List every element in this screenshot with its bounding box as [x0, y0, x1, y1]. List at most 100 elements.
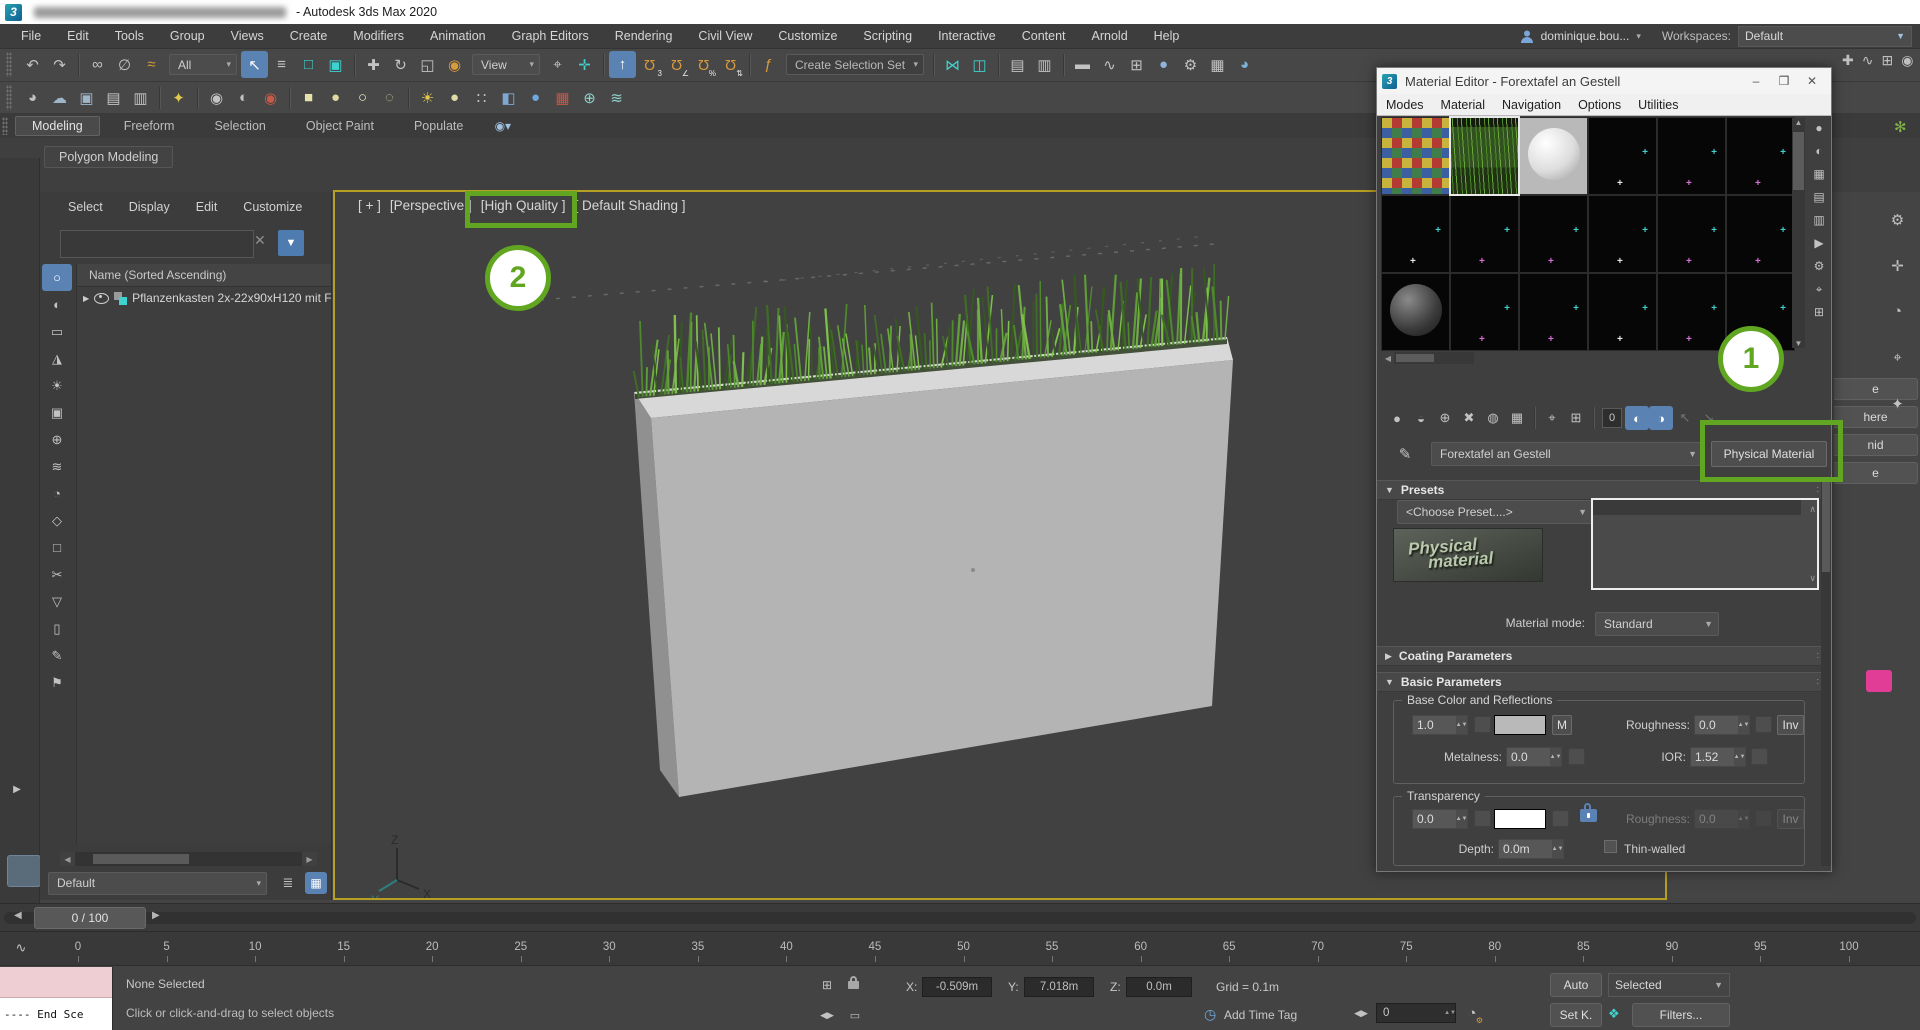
motion-tab-icon[interactable]: ◉	[1901, 52, 1913, 69]
containers-filter-icon[interactable]: □	[42, 534, 72, 561]
command-motion-icon[interactable]: ◔	[1884, 298, 1911, 325]
scroll-down-icon[interactable]: ∨	[1809, 573, 1816, 584]
go-to-parent-icon[interactable]: ↖	[1673, 406, 1697, 430]
percent-snap-icon[interactable]: Ω%	[690, 51, 717, 78]
bones-filter-icon[interactable]: ◇	[42, 507, 72, 534]
menu-scripting[interactable]: Scripting	[850, 25, 925, 47]
transparency-color-map-button[interactable]	[1552, 810, 1569, 827]
put-to-library-icon[interactable]: ◒	[1409, 406, 1433, 430]
snap-mode-icon[interactable]: Ω3	[636, 51, 663, 78]
reference-coordinate-dropdown[interactable]: View▾	[472, 54, 540, 75]
menu-modifiers[interactable]: Modifiers	[340, 25, 417, 47]
explorer-menu-select[interactable]: Select	[68, 200, 103, 214]
select-object-icon[interactable]: ↖	[241, 51, 268, 78]
transparency-color-swatch[interactable]	[1494, 809, 1546, 829]
workspace-dropdown[interactable]: Default ▼	[1738, 26, 1912, 47]
geometry-filter-icon[interactable]: ▭	[42, 318, 72, 345]
scrollbar-thumb[interactable]	[1793, 132, 1804, 190]
material-sample-slot[interactable]: ++	[1451, 274, 1518, 350]
make-preview-icon[interactable]: ▶	[1809, 233, 1829, 253]
material-sample-slot[interactable]: ++	[1520, 274, 1587, 350]
maxscript-editor-icon[interactable]: ƒ	[755, 51, 782, 78]
render-production-icon[interactable]: ◕	[1231, 51, 1258, 78]
explorer-grid-mode-icon[interactable]: ▦	[305, 872, 327, 894]
select-by-name-icon[interactable]: ≡	[268, 51, 295, 78]
explorer-menu-display[interactable]: Display	[129, 200, 170, 214]
viewport-pov-label[interactable]: [Perspective ]	[390, 198, 472, 213]
choose-preset-dropdown[interactable]: <Choose Preset....> ▼	[1397, 500, 1593, 524]
z-coordinate-field[interactable]: 0.0m	[1126, 977, 1192, 997]
time-slider-track[interactable]	[4, 912, 1916, 924]
material-sample-slot[interactable]	[1451, 118, 1518, 194]
hierarchy-tab-icon[interactable]: ⊞	[1881, 52, 1893, 69]
toolbar-grip[interactable]	[6, 52, 12, 78]
pick-material-from-object-icon[interactable]: ⌖	[1540, 406, 1564, 430]
material-sample-slot[interactable]: ++	[1451, 196, 1518, 272]
color-swatch[interactable]	[1866, 670, 1892, 692]
menu-help[interactable]: Help	[1141, 25, 1193, 47]
scrollbar-thumb[interactable]	[1396, 354, 1434, 362]
command-panel-truncated-button[interactable]: e	[1834, 462, 1918, 484]
material-sample-slot[interactable]: ++	[1589, 196, 1656, 272]
selection-lock-icon[interactable]	[848, 981, 859, 989]
scroll-up-icon[interactable]: ∧	[1809, 504, 1816, 515]
reset-map-icon[interactable]: ✖	[1457, 406, 1481, 430]
lights-filter-icon[interactable]: ☀	[42, 372, 72, 399]
explorer-list-mode-icon[interactable]: ≣	[277, 872, 299, 894]
put-to-scene-icon[interactable]: ▦	[1505, 406, 1529, 430]
materials-filter-icon[interactable]: ▯	[42, 615, 72, 642]
roughness-invert-button[interactable]: Inv	[1777, 715, 1804, 735]
sphere-tool-icon[interactable]: ●	[441, 84, 468, 111]
mirror-icon[interactable]: ⋈	[939, 51, 966, 78]
command-utilities-icon[interactable]: ⚙	[1884, 206, 1911, 233]
transparency-spinner[interactable]: 0.0 ▲▼	[1412, 809, 1468, 829]
viewport-shading-label[interactable]: [ Default Shading ]	[574, 198, 685, 213]
explorer-menu-customize[interactable]: Customize	[243, 200, 302, 214]
metalness-spinner[interactable]: 0.0 ▲▼	[1506, 747, 1562, 767]
me-menu-utilities[interactable]: Utilities	[1638, 98, 1678, 112]
expand-row-icon[interactable]: ▶	[83, 294, 89, 303]
align-icon[interactable]: ◫	[966, 51, 993, 78]
mini-curve-editor-icon[interactable]: ∿	[8, 937, 34, 959]
material-options-icon[interactable]: ⚙	[1809, 256, 1829, 276]
material-name-dropdown[interactable]: Forextafel an Gestell ▼	[1431, 442, 1703, 466]
environment-icon[interactable]: ◐	[230, 84, 257, 111]
material-sample-slot[interactable]: ++	[1727, 118, 1794, 194]
me-menu-options[interactable]: Options	[1578, 98, 1621, 112]
material-sample-slot[interactable]: ++	[1658, 196, 1725, 272]
backlight-icon[interactable]: ◐	[1809, 141, 1829, 161]
snaps-toggle-icon[interactable]: ↑	[609, 51, 636, 78]
modify-tab-icon[interactable]: ∿	[1862, 52, 1874, 69]
me-maximize-button[interactable]: ❒	[1769, 68, 1799, 94]
spinner-arrows-icon[interactable]: ▲▼	[1552, 840, 1563, 858]
state-sets-icon[interactable]: ▤	[100, 84, 127, 111]
me-menu-material[interactable]: Material	[1441, 98, 1485, 112]
menu-group[interactable]: Group	[157, 25, 218, 47]
menu-customize[interactable]: Customize	[765, 25, 850, 47]
ribbon-config-icon[interactable]: ◉▾	[489, 113, 516, 140]
show-realistic-material-in-viewport-icon[interactable]: ◑	[1649, 406, 1673, 430]
time-slider[interactable]: ◀ 0 / 100 ▶	[0, 903, 1920, 931]
parameters-vertical-scrollbar[interactable]	[1821, 480, 1831, 866]
spinner-arrows-icon[interactable]: ▲▼	[1550, 748, 1561, 766]
select-by-material-icon[interactable]: ⌖	[1809, 279, 1829, 299]
sphere-blue-icon[interactable]: ●	[522, 84, 549, 111]
command-create-icon[interactable]: ✛	[1884, 252, 1911, 279]
undo-icon[interactable]: ↶	[19, 51, 46, 78]
current-frame-field[interactable]: 0 ▲▼	[1376, 1003, 1456, 1023]
video-post-icon[interactable]: ◉	[257, 84, 284, 111]
material-sample-slot[interactable]: ++	[1727, 196, 1794, 272]
transparency-roughness-spinner[interactable]: 0.0 ▲▼	[1694, 809, 1750, 829]
scroll-right-icon[interactable]: ▶	[302, 852, 317, 866]
rendered-frame-window-icon[interactable]: ▦	[1204, 51, 1231, 78]
track-bar[interactable]: ∿ 05101520253035404550556065707580859095…	[0, 931, 1920, 965]
toggle-ribbon-icon[interactable]: ▬	[1069, 51, 1096, 78]
spinner-arrows-icon[interactable]: ▲▼	[1734, 748, 1745, 766]
create-tab-icon[interactable]: ✚	[1842, 52, 1854, 69]
viewport-general-menu[interactable]: [ + ]	[358, 198, 381, 213]
material-id-channel-button[interactable]: 0	[1602, 408, 1622, 428]
time-configuration-icon[interactable]: ◔⚙	[1460, 1001, 1484, 1025]
select-and-scale-icon[interactable]: ◱	[414, 51, 441, 78]
select-and-place-icon[interactable]: ◉	[441, 51, 468, 78]
base-weight-spinner[interactable]: 1.0 ▲▼	[1412, 715, 1468, 735]
